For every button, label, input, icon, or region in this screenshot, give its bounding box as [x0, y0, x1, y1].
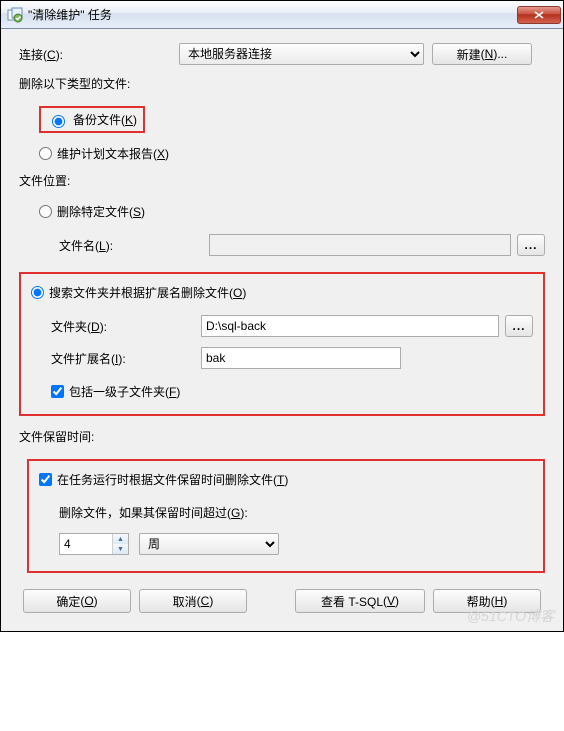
spin-down-icon[interactable]: ▼: [113, 544, 128, 554]
radio-search-row: 搜索文件夹并根据扩展名删除文件(O): [31, 284, 533, 301]
include-sub-row: 包括一级子文件夹(F): [51, 383, 533, 400]
spin-up-icon[interactable]: ▲: [113, 534, 128, 544]
button-bar: 确定(O) 取消(C) 查看 T-SQL(V) 帮助(H): [19, 589, 545, 613]
connection-select[interactable]: 本地服务器连接: [179, 43, 424, 65]
radio-backup-files[interactable]: [52, 115, 65, 128]
new-connection-button[interactable]: 新建(N)...: [432, 43, 532, 65]
view-tsql-button[interactable]: 查看 T-SQL(V): [295, 589, 425, 613]
radio-specific-row: 删除特定文件(S): [39, 203, 545, 220]
filename-label: 文件名(L):: [59, 237, 209, 254]
extension-label: 文件扩展名(I):: [51, 350, 201, 367]
titlebar: "清除维护" 任务: [1, 1, 563, 29]
age-spinner[interactable]: ▲▼: [59, 533, 129, 555]
radio-specific-label: 删除特定文件(S): [57, 203, 145, 220]
highlight-backup: 备份文件(K): [39, 106, 145, 133]
radio-backup-label: 备份文件(K): [73, 111, 137, 128]
age-row: ▲▼ 周: [59, 533, 533, 555]
radio-search-folder[interactable]: [31, 286, 44, 299]
age-unit-select[interactable]: 周: [139, 533, 279, 555]
connection-label: 连接(C):: [19, 46, 179, 63]
folder-row: 文件夹(D): ...: [51, 315, 533, 337]
radio-report[interactable]: [39, 147, 52, 160]
folder-label: 文件夹(D):: [51, 318, 201, 335]
radio-delete-specific[interactable]: [39, 205, 52, 218]
filename-input: [209, 234, 511, 256]
extension-input[interactable]: [201, 347, 401, 369]
spinner-arrows[interactable]: ▲▼: [112, 534, 128, 554]
ok-button[interactable]: 确定(O): [23, 589, 131, 613]
file-location-label: 文件位置:: [19, 172, 545, 189]
age-value-input[interactable]: [60, 534, 112, 554]
delete-by-age-row: 在任务运行时根据文件保留时间删除文件(T): [39, 471, 533, 488]
radio-search-label: 搜索文件夹并根据扩展名删除文件(O): [49, 284, 246, 301]
highlight-retention: 在任务运行时根据文件保留时间删除文件(T) 删除文件，如果其保留时间超过(G):…: [27, 459, 545, 573]
cancel-button[interactable]: 取消(C): [139, 589, 247, 613]
extension-row: 文件扩展名(I):: [51, 347, 533, 369]
delete-by-age-label: 在任务运行时根据文件保留时间删除文件(T): [57, 471, 288, 488]
filename-row: 文件名(L): ...: [59, 234, 545, 256]
folder-input[interactable]: [201, 315, 499, 337]
highlight-search-folder: 搜索文件夹并根据扩展名删除文件(O) 文件夹(D): ... 文件扩展名(I):…: [19, 272, 545, 416]
close-button[interactable]: [517, 6, 561, 24]
browse-filename-button[interactable]: ...: [517, 234, 545, 256]
connection-row: 连接(C): 本地服务器连接 新建(N)...: [19, 43, 545, 65]
radio-report-label: 维护计划文本报告(X): [57, 145, 169, 162]
window-title: "清除维护" 任务: [28, 6, 517, 23]
help-button[interactable]: 帮助(H): [433, 589, 541, 613]
delete-types-label: 删除以下类型的文件:: [19, 75, 545, 92]
dialog-content: 连接(C): 本地服务器连接 新建(N)... 删除以下类型的文件: 备份文件(…: [1, 29, 563, 631]
include-sub-label: 包括一级子文件夹(F): [69, 383, 180, 400]
checkbox-include-subfolders[interactable]: [51, 385, 64, 398]
radio-report-row: 维护计划文本报告(X): [39, 145, 545, 162]
retention-label: 文件保留时间:: [19, 428, 545, 445]
browse-folder-button[interactable]: ...: [505, 315, 533, 337]
task-icon: [7, 7, 23, 23]
checkbox-delete-by-age[interactable]: [39, 473, 52, 486]
dialog-window: "清除维护" 任务 连接(C): 本地服务器连接 新建(N)... 删除以下类型…: [0, 0, 564, 632]
delete-older-label: 删除文件，如果其保留时间超过(G):: [59, 504, 533, 521]
